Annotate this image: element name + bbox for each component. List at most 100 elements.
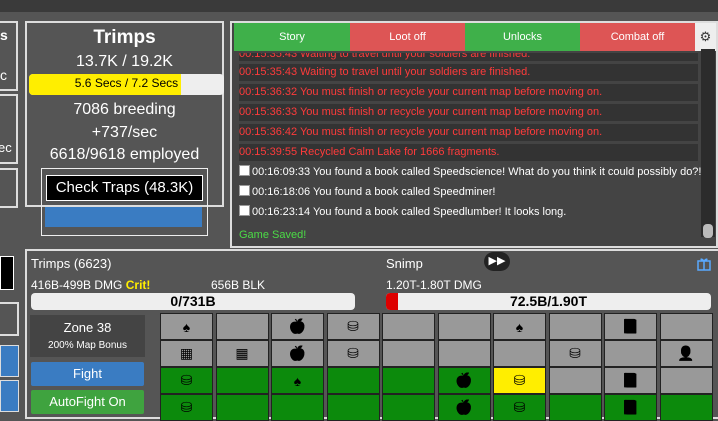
coins-icon: ⛁: [347, 318, 359, 334]
grid-cell: [548, 367, 602, 394]
breed-progress-bar: 5.6 Secs / 7.2 Secs: [29, 74, 224, 95]
log-scrollbar[interactable]: [701, 49, 715, 237]
book-checkbox-icon: [239, 165, 250, 176]
zone-info: Zone 38 200% Map Bonus: [30, 315, 145, 357]
spade-icon: ♠: [515, 318, 524, 335]
grid-cell: [382, 313, 435, 340]
left-black-box: [0, 256, 14, 290]
autofight-button[interactable]: AutoFight On: [31, 390, 144, 414]
grid-cell: ⛁: [493, 367, 546, 394]
grid-cell: ▦: [160, 340, 213, 367]
log-line-text: Game Saved!: [239, 229, 307, 241]
grid-cell: ⛁: [548, 340, 602, 367]
grid-cell: [215, 313, 269, 340]
log-line: 00:16:18:06 You found a book called Spee…: [239, 184, 495, 201]
coins-icon: ⛁: [513, 399, 526, 415]
gift-icon[interactable]: [697, 257, 711, 271]
grid-icon: ▦: [235, 345, 249, 361]
left-panel-text: ec: [0, 140, 12, 155]
grid-cell: [548, 313, 602, 340]
log-line-text: 00:15:35:43 Waiting to travel until your…: [239, 53, 531, 60]
grid-cell: 📕: [604, 313, 657, 340]
grid-cell: ♠: [160, 313, 213, 340]
log-line: 00:15:35:43 Waiting to travel until your…: [239, 64, 698, 81]
message-log-panel: Story Loot off Unlocks Combat off ⚙ 00:1…: [230, 21, 718, 248]
trimps-block: 656B BLK: [211, 278, 266, 292]
trimps-panel: Trimps 13.7K / 19.2K 5.6 Secs / 7.2 Secs…: [25, 21, 224, 236]
tab-combat[interactable]: Combat off: [580, 23, 695, 51]
apple-icon: 🍎: [455, 399, 473, 415]
left-blue-button[interactable]: [0, 380, 19, 412]
world-grid: ♠ 🍎 ⛁ ♠ 📕 ▦ ▦ 🍎 ⛁ ⛁ 👤 ⛁ ♠ 🍎 ⛁ 📕 ⛁ 🍎 ⛁ 📕: [160, 313, 713, 421]
enemy-name: Snimp: [386, 256, 423, 271]
coins-icon: ⛁: [347, 345, 359, 361]
left-box-outline: [0, 302, 19, 336]
check-traps-button[interactable]: Check Traps (48.3K): [46, 175, 203, 201]
grid-icon: ▦: [179, 345, 194, 361]
spade-icon: ♠: [293, 372, 302, 389]
grid-cell: ⛁: [160, 367, 213, 394]
zone-name: Zone 38: [63, 320, 112, 335]
log-line: 00:16:09:33 You found a book called Spee…: [239, 164, 702, 181]
tab-loot[interactable]: Loot off: [350, 23, 465, 51]
log-line: Game Saved!: [239, 227, 306, 244]
log-line-text: 00:15:36:42 You must finish or recycle y…: [239, 126, 603, 138]
coins-icon: ⛁: [180, 399, 193, 415]
log-line-text: 00:16:23:14 You found a book called Spee…: [252, 206, 567, 218]
book-checkbox-icon: [239, 205, 250, 216]
log-line: 00:15:36:32 You must finish or recycle y…: [239, 84, 698, 101]
grid-cell: [493, 340, 546, 367]
breeding-count: 7086 breeding: [73, 101, 176, 118]
trimps-army-label: Trimps (6623): [31, 256, 112, 271]
grid-cell: [659, 313, 713, 340]
log-line-text: 00:15:35:43 Waiting to travel until your…: [239, 66, 531, 78]
grid-cell: 👤: [659, 340, 713, 367]
fight-button[interactable]: Fight: [31, 362, 144, 386]
left-panel-lower: [0, 168, 18, 208]
left-panel-text: s: [0, 27, 8, 43]
coins-icon: ⛁: [569, 345, 581, 361]
gear-icon[interactable]: ⚙: [695, 23, 716, 51]
trimps-damage-value: 416B-499B DMG: [31, 278, 123, 292]
tab-story[interactable]: Story: [234, 23, 350, 51]
book-checkbox-icon: [239, 185, 250, 196]
log-scroll-thumb[interactable]: [703, 224, 713, 238]
map-bonus: 200% Map Bonus: [48, 340, 127, 351]
grid-cell: [659, 367, 713, 394]
trap-progress-bar: [45, 207, 202, 227]
book-icon: 📕: [621, 318, 640, 334]
grid-cell: ♠: [493, 313, 546, 340]
enemy-damage: 1.20T-1.80T DMG: [386, 278, 482, 292]
book-icon: 📕: [621, 399, 640, 415]
left-blue-button[interactable]: [0, 345, 19, 377]
grid-cell: ▦: [215, 340, 269, 367]
fast-forward-button[interactable]: ▶▶: [484, 252, 510, 271]
log-line: 00:15:35:43 Waiting to travel until your…: [239, 53, 698, 61]
browser-toolbar-strip: [0, 0, 718, 12]
apple-icon: 🍎: [455, 372, 473, 388]
breed-timer: 5.6 Secs / 7.2 Secs: [74, 76, 179, 90]
coins-icon: ⛁: [513, 372, 526, 388]
grid-cell: 🍎: [271, 340, 324, 367]
left-panel-text: c: [0, 67, 7, 83]
breed-rate: +737/sec: [91, 124, 158, 141]
log-line: 00:16:23:14 You found a book called Spee…: [239, 204, 566, 221]
grid-cell: [604, 340, 657, 367]
grid-cell: ⛁: [326, 313, 380, 340]
grid-cell: [382, 340, 435, 367]
person-icon: 👤: [677, 345, 695, 361]
log-line-text: 00:15:36:33 You must finish or recycle y…: [239, 106, 603, 118]
grid-cell: ♠: [271, 367, 324, 394]
trimps-title: Trimps: [93, 27, 156, 48]
grid-cell: [437, 313, 491, 340]
log-line: 00:15:39:55 Recycled Calm Lake for 1666 …: [239, 144, 698, 161]
grid-cell: 📕: [604, 367, 657, 394]
trap-box: Check Traps (48.3K): [41, 168, 208, 236]
trimps-population: 13.7K / 19.2K: [76, 53, 173, 70]
tab-unlocks[interactable]: Unlocks: [465, 23, 580, 51]
enemy-health-bar: 72.5B/1.90T: [386, 293, 711, 310]
book-icon: 📕: [621, 372, 640, 388]
log-line: 00:15:36:33 You must finish or recycle y…: [239, 104, 698, 121]
trimps-health-bar: 0/731B: [31, 293, 355, 310]
grid-cell: 🍎: [271, 313, 324, 340]
